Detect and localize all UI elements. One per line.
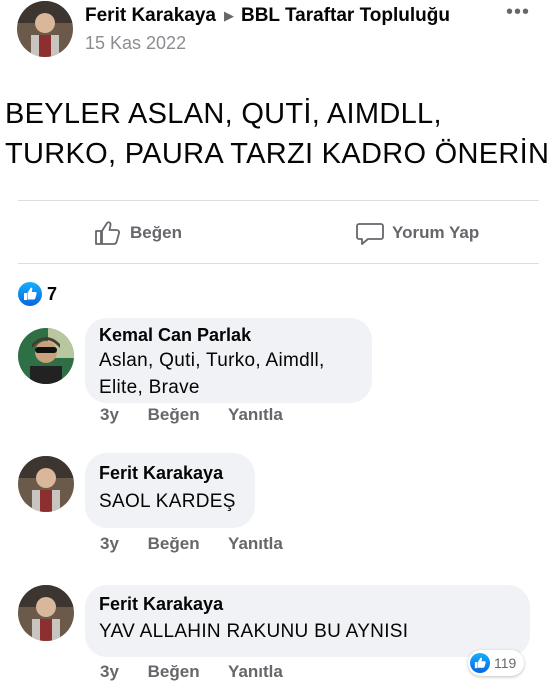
thumbs-up-icon [95,221,121,245]
comment-like-link[interactable]: Beğen [148,534,200,553]
comment-button-label: Yorum Yap [392,223,480,242]
post-author-avatar[interactable] [17,1,73,57]
comment-avatar[interactable] [18,585,74,641]
comment-bubble: Kemal Can Parlak Aslan, Quti, Turko, Aim… [85,318,372,403]
post-author-line: Ferit Karakaya ▶ BBL Taraftar Topluluğu [85,4,450,28]
reaction-summary[interactable]: 7 [18,282,57,306]
more-options-icon[interactable]: ••• [506,2,536,22]
group-name[interactable]: BBL Taraftar Topluluğu [241,5,450,27]
comment-avatar[interactable] [18,328,74,384]
comment-reply-link[interactable]: Yanıtla [228,534,283,553]
comment-meta: 3y Beğen Yanıtla [100,534,307,554]
comment-author[interactable]: Ferit Karakaya [99,593,516,616]
like-button[interactable]: Beğen [94,219,182,247]
post-author-name[interactable]: Ferit Karakaya [85,5,216,27]
comment-text: Aslan, Quti, Turko, Aimdll, Elite, Brave [99,350,325,398]
comment-time[interactable]: 3y [100,405,119,424]
post-text: BEYLER ASLAN, QUTİ, AIMDLL, TURKO, PAURA… [5,98,550,170]
comment-author[interactable]: Ferit Karakaya [99,462,241,485]
comment-like-count[interactable]: 119 [468,650,525,676]
comment-bubble: Ferit Karakaya YAV ALLAHIN RAKUNU BU AYN… [85,585,530,657]
comment-bubble: Ferit Karakaya SAOL KARDEŞ [85,453,255,528]
comment-like-link[interactable]: Beğen [148,662,200,681]
like-reaction-icon [18,282,42,306]
post-date[interactable]: 15 Kas 2022 [85,33,186,54]
divider [18,263,539,264]
reaction-count: 7 [47,283,58,304]
comment-author[interactable]: Kemal Can Parlak [99,324,358,347]
like-button-label: Beğen [130,223,182,242]
comment-text: YAV ALLAHIN RAKUNU BU AYNISI [99,621,409,642]
comment-time[interactable]: 3y [100,662,119,681]
comment-text: SAOL KARDEŞ [99,491,236,512]
like-reaction-icon [470,653,490,673]
comment-reply-link[interactable]: Yanıtla [228,405,283,424]
comment-time[interactable]: 3y [100,534,119,553]
comment-meta: 3y Beğen Yanıtla [100,662,307,682]
divider [18,200,539,201]
comment-meta: 3y Beğen Yanıtla [100,405,307,425]
comment-avatar[interactable] [18,456,74,512]
arrow-right-icon: ▶ [223,8,234,23]
comment-like-number: 119 [494,655,517,671]
comment-reply-link[interactable]: Yanıtla [228,662,283,681]
comment-button[interactable]: Yorum Yap [356,219,479,247]
comment-icon [356,223,384,245]
comment-like-link[interactable]: Beğen [148,405,200,424]
